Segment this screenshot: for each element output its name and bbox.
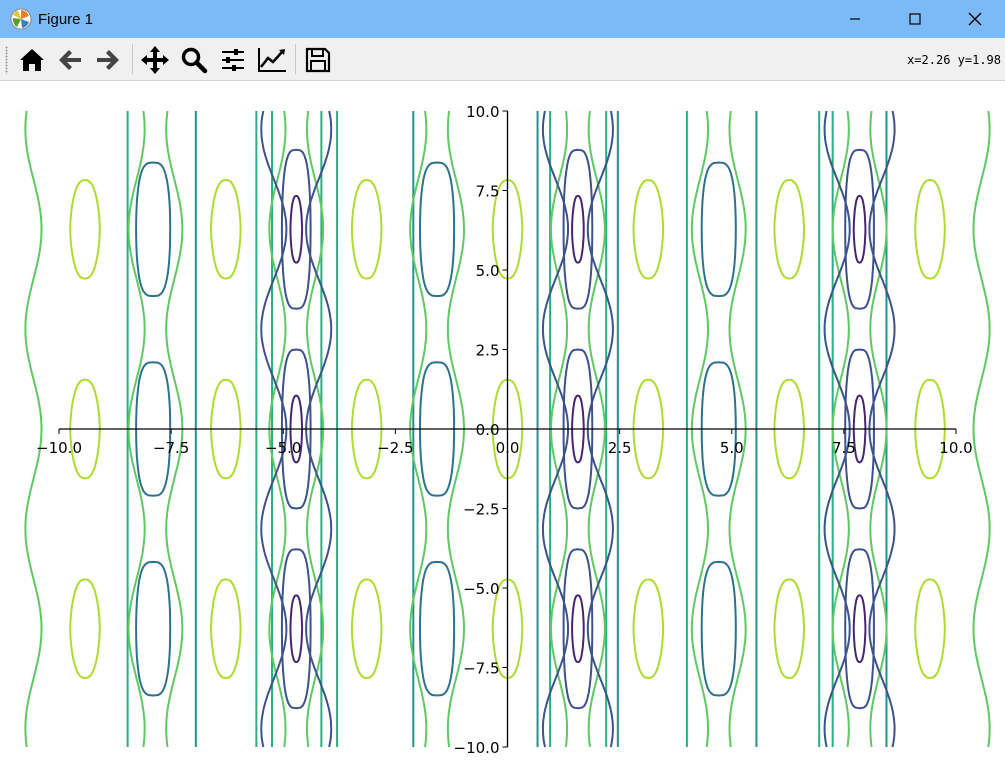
contour-loop-70 (289, 194, 304, 264)
contour-loop-56 (914, 178, 946, 280)
contour-loop-62 (418, 161, 456, 298)
subplots-button[interactable] (216, 43, 250, 77)
contour-loop-41 (209, 178, 242, 280)
contour-loop-82 (852, 194, 867, 264)
arrow-right-icon (97, 50, 119, 70)
contour-loop-63 (700, 560, 737, 697)
close-icon (968, 12, 982, 26)
contour-line-16 (24, 110, 43, 748)
move-icon (141, 46, 169, 74)
contour-loop-39 (209, 578, 242, 680)
x-tick-label: 7.5 (832, 439, 856, 457)
minimize-button[interactable] (825, 0, 885, 38)
navigation-toolbar (0, 38, 1005, 81)
home-button[interactable] (15, 43, 49, 77)
toolbar-separator (295, 44, 296, 74)
zoom-button[interactable] (177, 43, 211, 77)
matplotlib-logo-icon (10, 8, 32, 30)
maximize-icon (909, 13, 921, 25)
home-icon (20, 49, 44, 71)
contour-loop-51 (773, 578, 805, 680)
contour-loop-76 (571, 194, 585, 264)
contour-loop-42 (350, 578, 383, 680)
back-button[interactable] (53, 43, 87, 77)
floppy-disk-icon (305, 47, 331, 73)
x-tick-label: −2.5 (377, 439, 413, 457)
y-tick-label: 10.0 (466, 103, 499, 121)
line-chart-icon (258, 48, 286, 72)
contour-loop-36 (69, 578, 101, 680)
x-tick-label: −5.0 (265, 439, 301, 457)
toolbar-grip[interactable] (5, 46, 8, 74)
x-tick-label: 10.0 (939, 439, 972, 457)
y-tick-label: −5.0 (463, 580, 499, 598)
figure-canvas[interactable]: −10.0 −7.5 −5.0 −2.5 0.0 2.5 5.0 7.5 10.0 −10.0 −7… (1, 81, 1004, 778)
contour-loop-44 (350, 178, 383, 280)
close-button[interactable] (945, 0, 1005, 38)
customize-button[interactable] (255, 43, 289, 77)
contour-loop-60 (418, 560, 456, 697)
maximize-button[interactable] (885, 0, 945, 38)
x-tick-label: −10.0 (36, 439, 82, 457)
x-tick-label: 2.5 (608, 439, 632, 457)
y-tick-label: −7.5 (463, 660, 499, 678)
contour-loop-59 (135, 161, 172, 298)
toolbar-separator (132, 44, 133, 74)
contour-loop-50 (632, 178, 665, 280)
x-tick-label: −7.5 (153, 439, 189, 457)
contour-loop-54 (914, 578, 946, 680)
contour-loop-66 (289, 594, 304, 664)
cursor-coordinates: x=2.26 y=1.98 (907, 53, 1001, 67)
magnifier-icon (181, 47, 208, 74)
contour-loop-65 (700, 161, 737, 298)
save-button[interactable] (301, 43, 335, 77)
forward-button[interactable] (91, 43, 125, 77)
contour-loop-57 (135, 560, 172, 697)
y-tick-label: −10.0 (454, 739, 500, 757)
x-tick-label: 0.0 (496, 439, 520, 457)
title-bar: Figure 1 (0, 0, 1005, 38)
contour-plot[interactable]: −10.0 −7.5 −5.0 −2.5 0.0 2.5 5.0 7.5 10.0 −10.0 −7… (1, 81, 1004, 778)
sliders-icon (222, 49, 244, 71)
y-tick-label: 7.5 (476, 183, 500, 201)
pan-button[interactable] (138, 43, 172, 77)
contour-loop-72 (571, 594, 585, 664)
contour-line-29 (972, 110, 991, 748)
contour-loop-38 (69, 178, 101, 280)
y-tick-label: −2.5 (463, 501, 499, 519)
contour-loop-48 (632, 578, 665, 680)
window-title: Figure 1 (38, 10, 94, 28)
y-tick-label: 2.5 (476, 342, 500, 360)
y-tick-label: 0.0 (476, 421, 500, 439)
contour-loop-78 (852, 594, 867, 664)
minimize-icon (850, 18, 860, 20)
x-tick-label: 5.0 (720, 439, 744, 457)
arrow-left-icon (59, 50, 81, 70)
y-tick-label: 5.0 (476, 262, 500, 280)
contour-loop-53 (773, 178, 805, 280)
